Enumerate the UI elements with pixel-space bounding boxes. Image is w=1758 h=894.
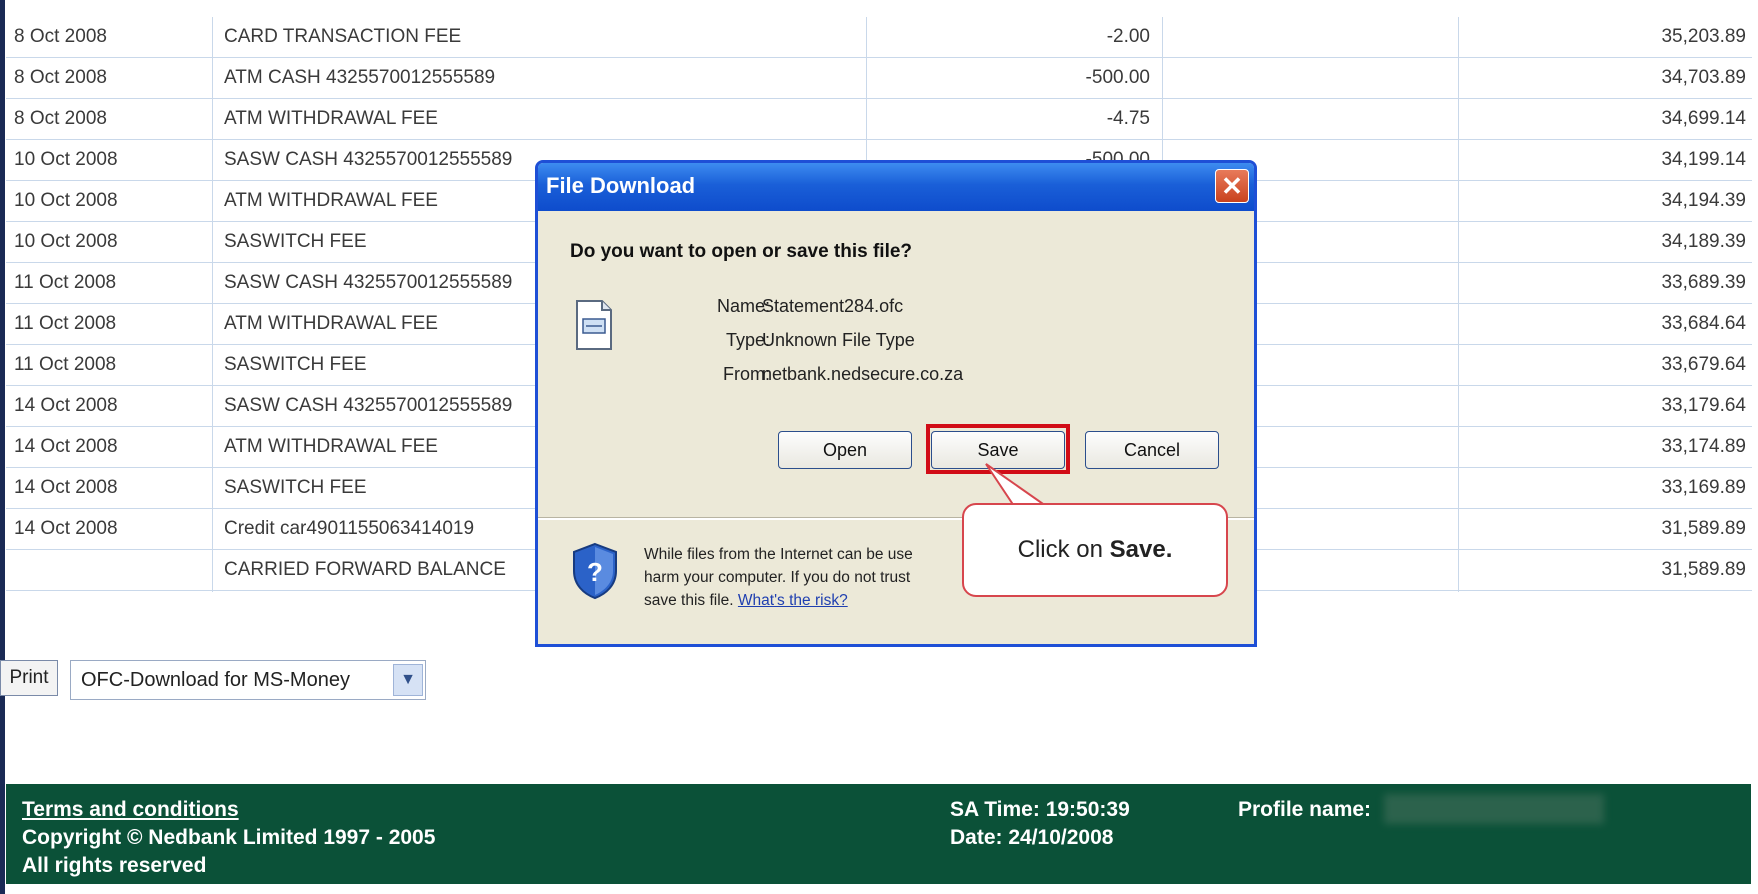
download-format-select[interactable]: OFC-Download for MS-Money ▼ xyxy=(70,660,426,700)
risk-link[interactable]: What's the risk? xyxy=(738,592,848,609)
cell-date: 11 Oct 2008 xyxy=(14,354,117,375)
cell-balance: 33,689.39 xyxy=(1661,272,1746,293)
cell-date: 11 Oct 2008 xyxy=(14,313,117,334)
cell-date xyxy=(14,550,214,590)
download-format-value: OFC-Download for MS-Money xyxy=(81,669,350,691)
cell-date: 14 Oct 2008 xyxy=(14,436,118,457)
chevron-down-icon[interactable]: ▼ xyxy=(393,664,423,696)
close-icon[interactable]: ✕ xyxy=(1215,169,1249,203)
warning-line: While files from the Internet can be use xyxy=(644,546,913,563)
file-name: Statement284.ofc xyxy=(762,296,904,316)
cell-balance: 33,174.89 xyxy=(1661,436,1746,457)
cell-date: 11 Oct 2008 xyxy=(14,272,117,293)
cell-date: 10 Oct 2008 xyxy=(14,231,118,252)
instruction-callout: Click on Save. xyxy=(962,503,1228,597)
cell-date: 10 Oct 2008 xyxy=(14,190,118,211)
terms-link[interactable]: Terms and conditions xyxy=(22,798,239,822)
cell-balance: 34,699.14 xyxy=(1661,108,1746,129)
cell-date: 8 Oct 2008 xyxy=(14,108,107,129)
cell-description: ATM CASH 4325570012555589 xyxy=(224,67,496,88)
open-button[interactable]: Open xyxy=(778,431,912,469)
cell-balance: 33,684.64 xyxy=(1661,313,1746,334)
profile-name-label: Profile name: xyxy=(1238,798,1372,821)
cell-balance: 34,703.89 xyxy=(1661,67,1746,88)
warning-line: harm your computer. If you do not trust xyxy=(644,569,911,586)
svg-text:?: ? xyxy=(587,557,603,587)
dialog-question: Do you want to open or save this file? xyxy=(570,241,913,262)
profile-name-redacted xyxy=(1384,794,1604,824)
print-button[interactable]: Print xyxy=(0,660,58,696)
cell-balance: 31,589.89 xyxy=(1661,518,1746,539)
file-source: netbank.nedsecure.co.za xyxy=(762,364,964,384)
cell-date: 14 Oct 2008 xyxy=(14,477,118,498)
left-border xyxy=(0,0,5,894)
footer: Terms and conditions Copyright © Nedbank… xyxy=(6,784,1751,884)
sa-time: SA Time: 19:50:39 xyxy=(950,798,1130,821)
rights-text: All rights reserved xyxy=(22,854,207,877)
callout-text: Click on xyxy=(1017,536,1110,563)
table-row: 8 Oct 2008 ATM CASH 4325570012555589 -500.… xyxy=(6,58,1752,99)
cell-amount: -2.00 xyxy=(1106,26,1150,47)
cell-balance: 31,589.89 xyxy=(1661,559,1746,580)
cell-balance: 35,203.89 xyxy=(1661,26,1746,47)
table-row: 8 Oct 2008 ATM WITHDRAWAL FEE -4.75 34,699.… xyxy=(6,99,1752,140)
cell-date: 14 Oct 2008 xyxy=(14,518,118,539)
warning-line: save this file. xyxy=(644,592,734,609)
table-row: 8 Oct 2008 CARD TRANSACTION FEE -2.00 35,20… xyxy=(6,17,1752,58)
cell-date: 8 Oct 2008 xyxy=(14,67,107,88)
cell-balance: 33,679.64 xyxy=(1661,354,1746,375)
shield-question-icon: ? xyxy=(573,542,617,600)
cell-balance: 34,189.39 xyxy=(1661,231,1746,252)
dialog-title: File Download xyxy=(546,173,696,198)
cell-balance: 34,199.14 xyxy=(1661,149,1746,170)
cell-balance: 34,194.39 xyxy=(1661,190,1746,211)
cell-balance: 33,179.64 xyxy=(1661,395,1746,416)
cell-amount: -4.75 xyxy=(1106,108,1150,129)
dialog-titlebar[interactable]: File Download ✕ xyxy=(538,163,1254,211)
cell-date: 8 Oct 2008 xyxy=(14,26,107,47)
file-type: Unknown File Type xyxy=(762,330,915,350)
file-icon xyxy=(576,300,612,350)
footer-date: Date: 24/10/2008 xyxy=(950,826,1114,849)
cell-date: 10 Oct 2008 xyxy=(14,149,118,170)
cell-date: 14 Oct 2008 xyxy=(14,395,118,416)
cell-balance: 33,169.89 xyxy=(1661,477,1746,498)
cell-description: CARD TRANSACTION FEE xyxy=(224,26,462,47)
cell-description: ATM WITHDRAWAL FEE xyxy=(224,108,438,129)
cell-amount: -500.00 xyxy=(1085,67,1150,88)
cancel-button[interactable]: Cancel xyxy=(1085,431,1219,469)
callout-emphasis: Save. xyxy=(1109,536,1173,563)
warning-text: While files from the Internet can be use… xyxy=(644,543,964,612)
copyright-text: Copyright © Nedbank Limited 1997 - 2005 xyxy=(22,826,436,849)
